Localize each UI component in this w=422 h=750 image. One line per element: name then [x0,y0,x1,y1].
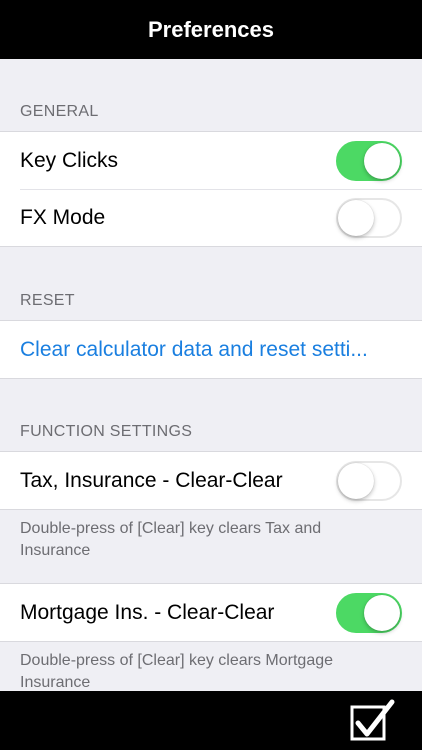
checkbox-checkmark-icon [350,699,395,741]
section-header-function-settings: FUNCTION SETTINGS [20,423,193,440]
tax-insurance-group: Tax, Insurance - Clear-Clear [0,451,422,510]
bottom-toolbar [0,691,422,750]
tax-insurance-row: Tax, Insurance - Clear-Clear [0,452,422,509]
fx-mode-label: FX Mode [20,205,106,229]
page-title: Preferences [148,16,274,42]
mortgage-ins-row: Mortgage Ins. - Clear-Clear [0,584,422,641]
clear-data-reset-button[interactable]: Clear calculator data and reset setti... [0,321,422,378]
key-clicks-label: Key Clicks [20,148,119,172]
mortgage-ins-toggle[interactable] [336,592,402,633]
preferences-list[interactable]: GENERAL Key Clicks FX Mode RESET Clear c… [0,59,422,691]
mortgage-ins-group: Mortgage Ins. - Clear-Clear [0,583,422,642]
toggle-knob [364,142,400,179]
tax-insurance-note: Double-press of [Clear] key clears Tax a… [20,520,322,559]
section-header-reset: RESET [20,292,75,309]
done-button[interactable] [350,699,396,743]
toggle-knob [364,594,400,631]
toggle-knob [338,462,374,499]
clear-data-reset-label: Clear calculator data and reset setti... [20,337,368,361]
section-header-general: GENERAL [20,103,99,120]
mortgage-ins-note: Double-press of [Clear] key clears Mortg… [20,652,334,691]
tax-insurance-label: Tax, Insurance - Clear-Clear [20,468,283,492]
key-clicks-row: Key Clicks [0,132,422,189]
fx-mode-toggle[interactable] [336,197,402,238]
toggle-knob [338,199,374,236]
key-clicks-toggle[interactable] [336,140,402,181]
mortgage-ins-label: Mortgage Ins. - Clear-Clear [20,600,275,624]
tax-insurance-toggle[interactable] [336,460,402,501]
fx-mode-row: FX Mode [0,189,422,246]
reset-group: Clear calculator data and reset setti... [0,320,422,379]
general-group: Key Clicks FX Mode [0,131,422,247]
navigation-bar: Preferences [0,0,422,59]
